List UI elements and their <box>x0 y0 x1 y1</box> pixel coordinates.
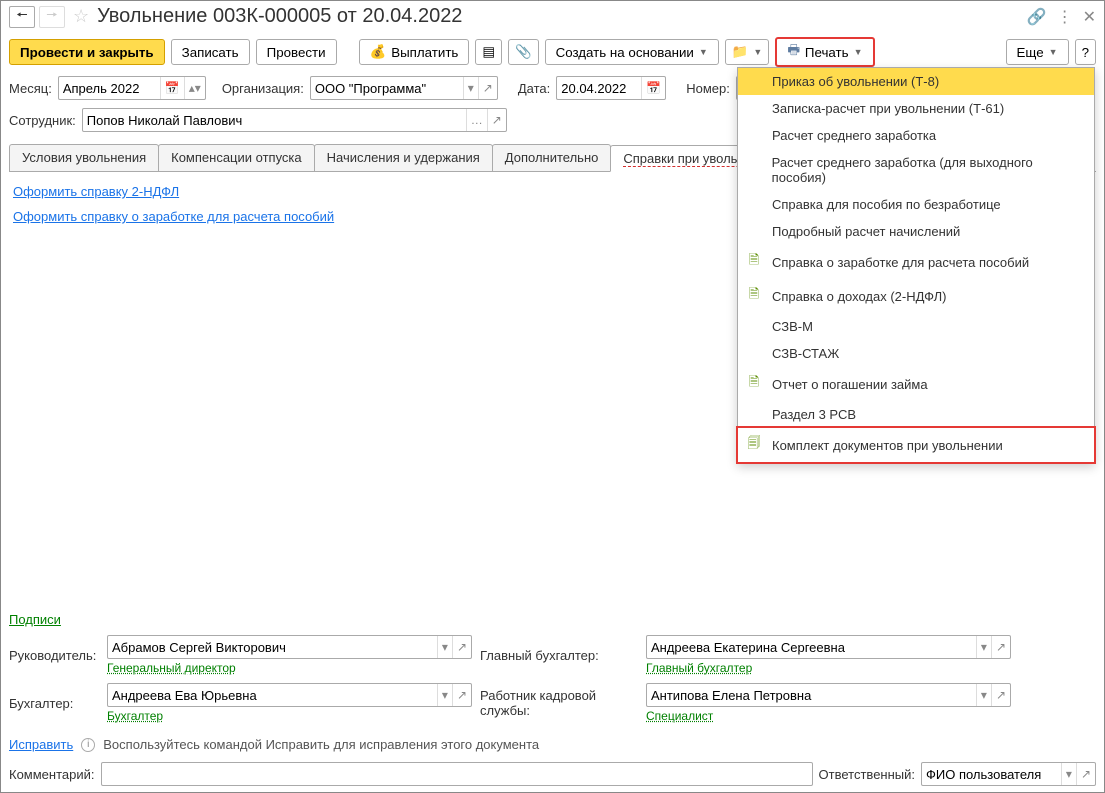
signatures-heading[interactable]: Подписи <box>9 612 61 627</box>
responsible-label: Ответственный: <box>819 767 915 782</box>
month-label: Месяц: <box>9 81 52 96</box>
post-button[interactable]: Провести <box>256 39 337 65</box>
open-icon[interactable]: ↗ <box>452 636 471 658</box>
open-icon[interactable]: ↗ <box>487 109 506 131</box>
info-icon: i <box>81 738 95 752</box>
favorite-star-icon[interactable]: ☆ <box>73 6 89 27</box>
hr-label: Работник кадровой службы: <box>480 688 638 718</box>
correct-link[interactable]: Исправить <box>9 737 73 752</box>
save-button[interactable]: Записать <box>171 39 250 65</box>
acc-input[interactable] <box>108 686 437 705</box>
document-plus-icon: 🗎 <box>746 285 762 307</box>
responsible-input[interactable] <box>922 765 1061 784</box>
print-item-unemployment[interactable]: Справка для пособия по безработице <box>738 191 1094 218</box>
stepper-icon[interactable]: ▴▾ <box>184 77 205 99</box>
printer-icon: 🖶 <box>787 41 800 63</box>
nav-back-button[interactable]: 🠔 <box>9 6 35 28</box>
post-and-close-button[interactable]: Провести и закрыть <box>9 39 165 65</box>
paperclip-icon: 📎 <box>515 44 532 60</box>
kebab-menu-icon[interactable]: ⋮ <box>1057 7 1073 27</box>
chevron-down-icon[interactable]: ▾ <box>463 77 478 99</box>
date-label: Дата: <box>518 81 550 96</box>
list-icon: ▤ <box>482 44 495 60</box>
document-plus-icon: 🗎 <box>746 251 762 273</box>
window-title: Увольнение 003К-000005 от 20.04.2022 <box>97 5 1023 28</box>
date-input[interactable] <box>557 79 641 98</box>
chief-acc-position-link[interactable]: Главный бухгалтер <box>646 661 752 675</box>
chevron-down-icon[interactable]: ▾ <box>976 684 991 706</box>
pay-button[interactable]: 💰Выплатить <box>359 39 470 65</box>
comment-label: Комментарий: <box>9 767 95 782</box>
tab-compensation[interactable]: Компенсации отпуска <box>158 144 315 171</box>
open-icon[interactable]: ↗ <box>452 684 471 706</box>
folder-icon: 📁 <box>732 44 749 60</box>
print-dropdown: Приказ об увольнении (Т-8) Записка-расче… <box>737 67 1095 463</box>
org-label: Организация: <box>222 81 304 96</box>
open-icon[interactable]: ↗ <box>991 636 1010 658</box>
hr-position-link[interactable]: Специалист <box>646 709 713 723</box>
open-icon[interactable]: ↗ <box>1076 763 1095 785</box>
acc-label: Бухгалтер: <box>9 696 99 711</box>
print-item-2ndfl[interactable]: 🗎Справка о доходах (2-НДФЛ) <box>738 279 1094 313</box>
money-icon: 💰 <box>370 44 387 60</box>
chevron-down-icon[interactable]: ▾ <box>437 636 452 658</box>
chevron-down-icon[interactable]: ▾ <box>976 636 991 658</box>
number-label: Номер: <box>686 81 730 96</box>
correct-hint: Воспользуйтесь командой Исправить для ис… <box>103 737 539 752</box>
chevron-down-icon[interactable]: ▾ <box>1061 763 1076 785</box>
print-item-szvstazh[interactable]: СЗВ-СТАЖ <box>738 340 1094 367</box>
copy-icon: 🗐 <box>746 434 762 456</box>
link-icon[interactable]: 🔗 <box>1027 7 1047 27</box>
print-item-t8[interactable]: Приказ об увольнении (Т-8) <box>738 68 1094 95</box>
nav-forward-button: 🠖 <box>39 6 65 28</box>
tab-additional[interactable]: Дополнительно <box>492 144 612 171</box>
calendar-icon[interactable]: 📅 <box>160 77 184 99</box>
create-based-button[interactable]: Создать на основании▼ <box>545 39 719 65</box>
calendar-icon[interactable]: 📅 <box>641 77 665 99</box>
print-item-avg-severance[interactable]: Расчет среднего заработка (для выходного… <box>738 149 1094 191</box>
head-position-link[interactable]: Генеральный директор <box>107 661 236 675</box>
help-button[interactable]: ? <box>1075 39 1096 65</box>
print-item-t61[interactable]: Записка-расчет при увольнении (Т-61) <box>738 95 1094 122</box>
org-input[interactable] <box>311 79 463 98</box>
action-button[interactable]: 📁▼ <box>725 39 770 65</box>
tab-conditions[interactable]: Условия увольнения <box>9 144 159 171</box>
open-icon[interactable]: ↗ <box>478 77 497 99</box>
close-icon[interactable]: ✕ <box>1083 7 1096 27</box>
chief-acc-label: Главный бухгалтер: <box>480 648 638 663</box>
acc-position-link[interactable]: Бухгалтер <box>107 709 163 723</box>
employee-label: Сотрудник: <box>9 113 76 128</box>
chevron-down-icon[interactable]: ▾ <box>437 684 452 706</box>
head-input[interactable] <box>108 638 437 657</box>
month-input[interactable] <box>59 79 160 98</box>
attach-button[interactable]: 📎 <box>508 39 539 65</box>
print-item-earnings-cert[interactable]: 🗎Справка о заработке для расчета пособий <box>738 245 1094 279</box>
head-label: Руководитель: <box>9 648 99 663</box>
hr-input[interactable] <box>647 686 976 705</box>
document-plus-icon: 🗎 <box>746 373 762 395</box>
print-item-szvm[interactable]: СЗВ-М <box>738 313 1094 340</box>
chevron-down-icon: ▼ <box>753 47 762 57</box>
print-item-avg[interactable]: Расчет среднего заработка <box>738 122 1094 149</box>
chevron-down-icon: ▼ <box>854 47 863 57</box>
structure-button[interactable]: ▤ <box>475 39 502 65</box>
chevron-down-icon: ▼ <box>1049 47 1058 57</box>
more-button[interactable]: Еще▼ <box>1006 39 1069 65</box>
print-item-rsv3[interactable]: Раздел 3 РСВ <box>738 401 1094 428</box>
chevron-down-icon: ▼ <box>699 47 708 57</box>
print-button[interactable]: 🖶Печать▼ <box>777 39 872 65</box>
employee-input[interactable] <box>83 111 466 130</box>
print-item-detailed[interactable]: Подробный расчет начислений <box>738 218 1094 245</box>
print-item-loan[interactable]: 🗎Отчет о погашении займа <box>738 367 1094 401</box>
comment-input[interactable] <box>102 765 812 784</box>
print-item-package[interactable]: 🗐Комплект документов при увольнении <box>736 426 1096 464</box>
open-icon[interactable]: ↗ <box>991 684 1010 706</box>
chief-acc-input[interactable] <box>647 638 976 657</box>
ellipsis-icon[interactable]: … <box>466 109 487 131</box>
tab-accruals[interactable]: Начисления и удержания <box>314 144 493 171</box>
